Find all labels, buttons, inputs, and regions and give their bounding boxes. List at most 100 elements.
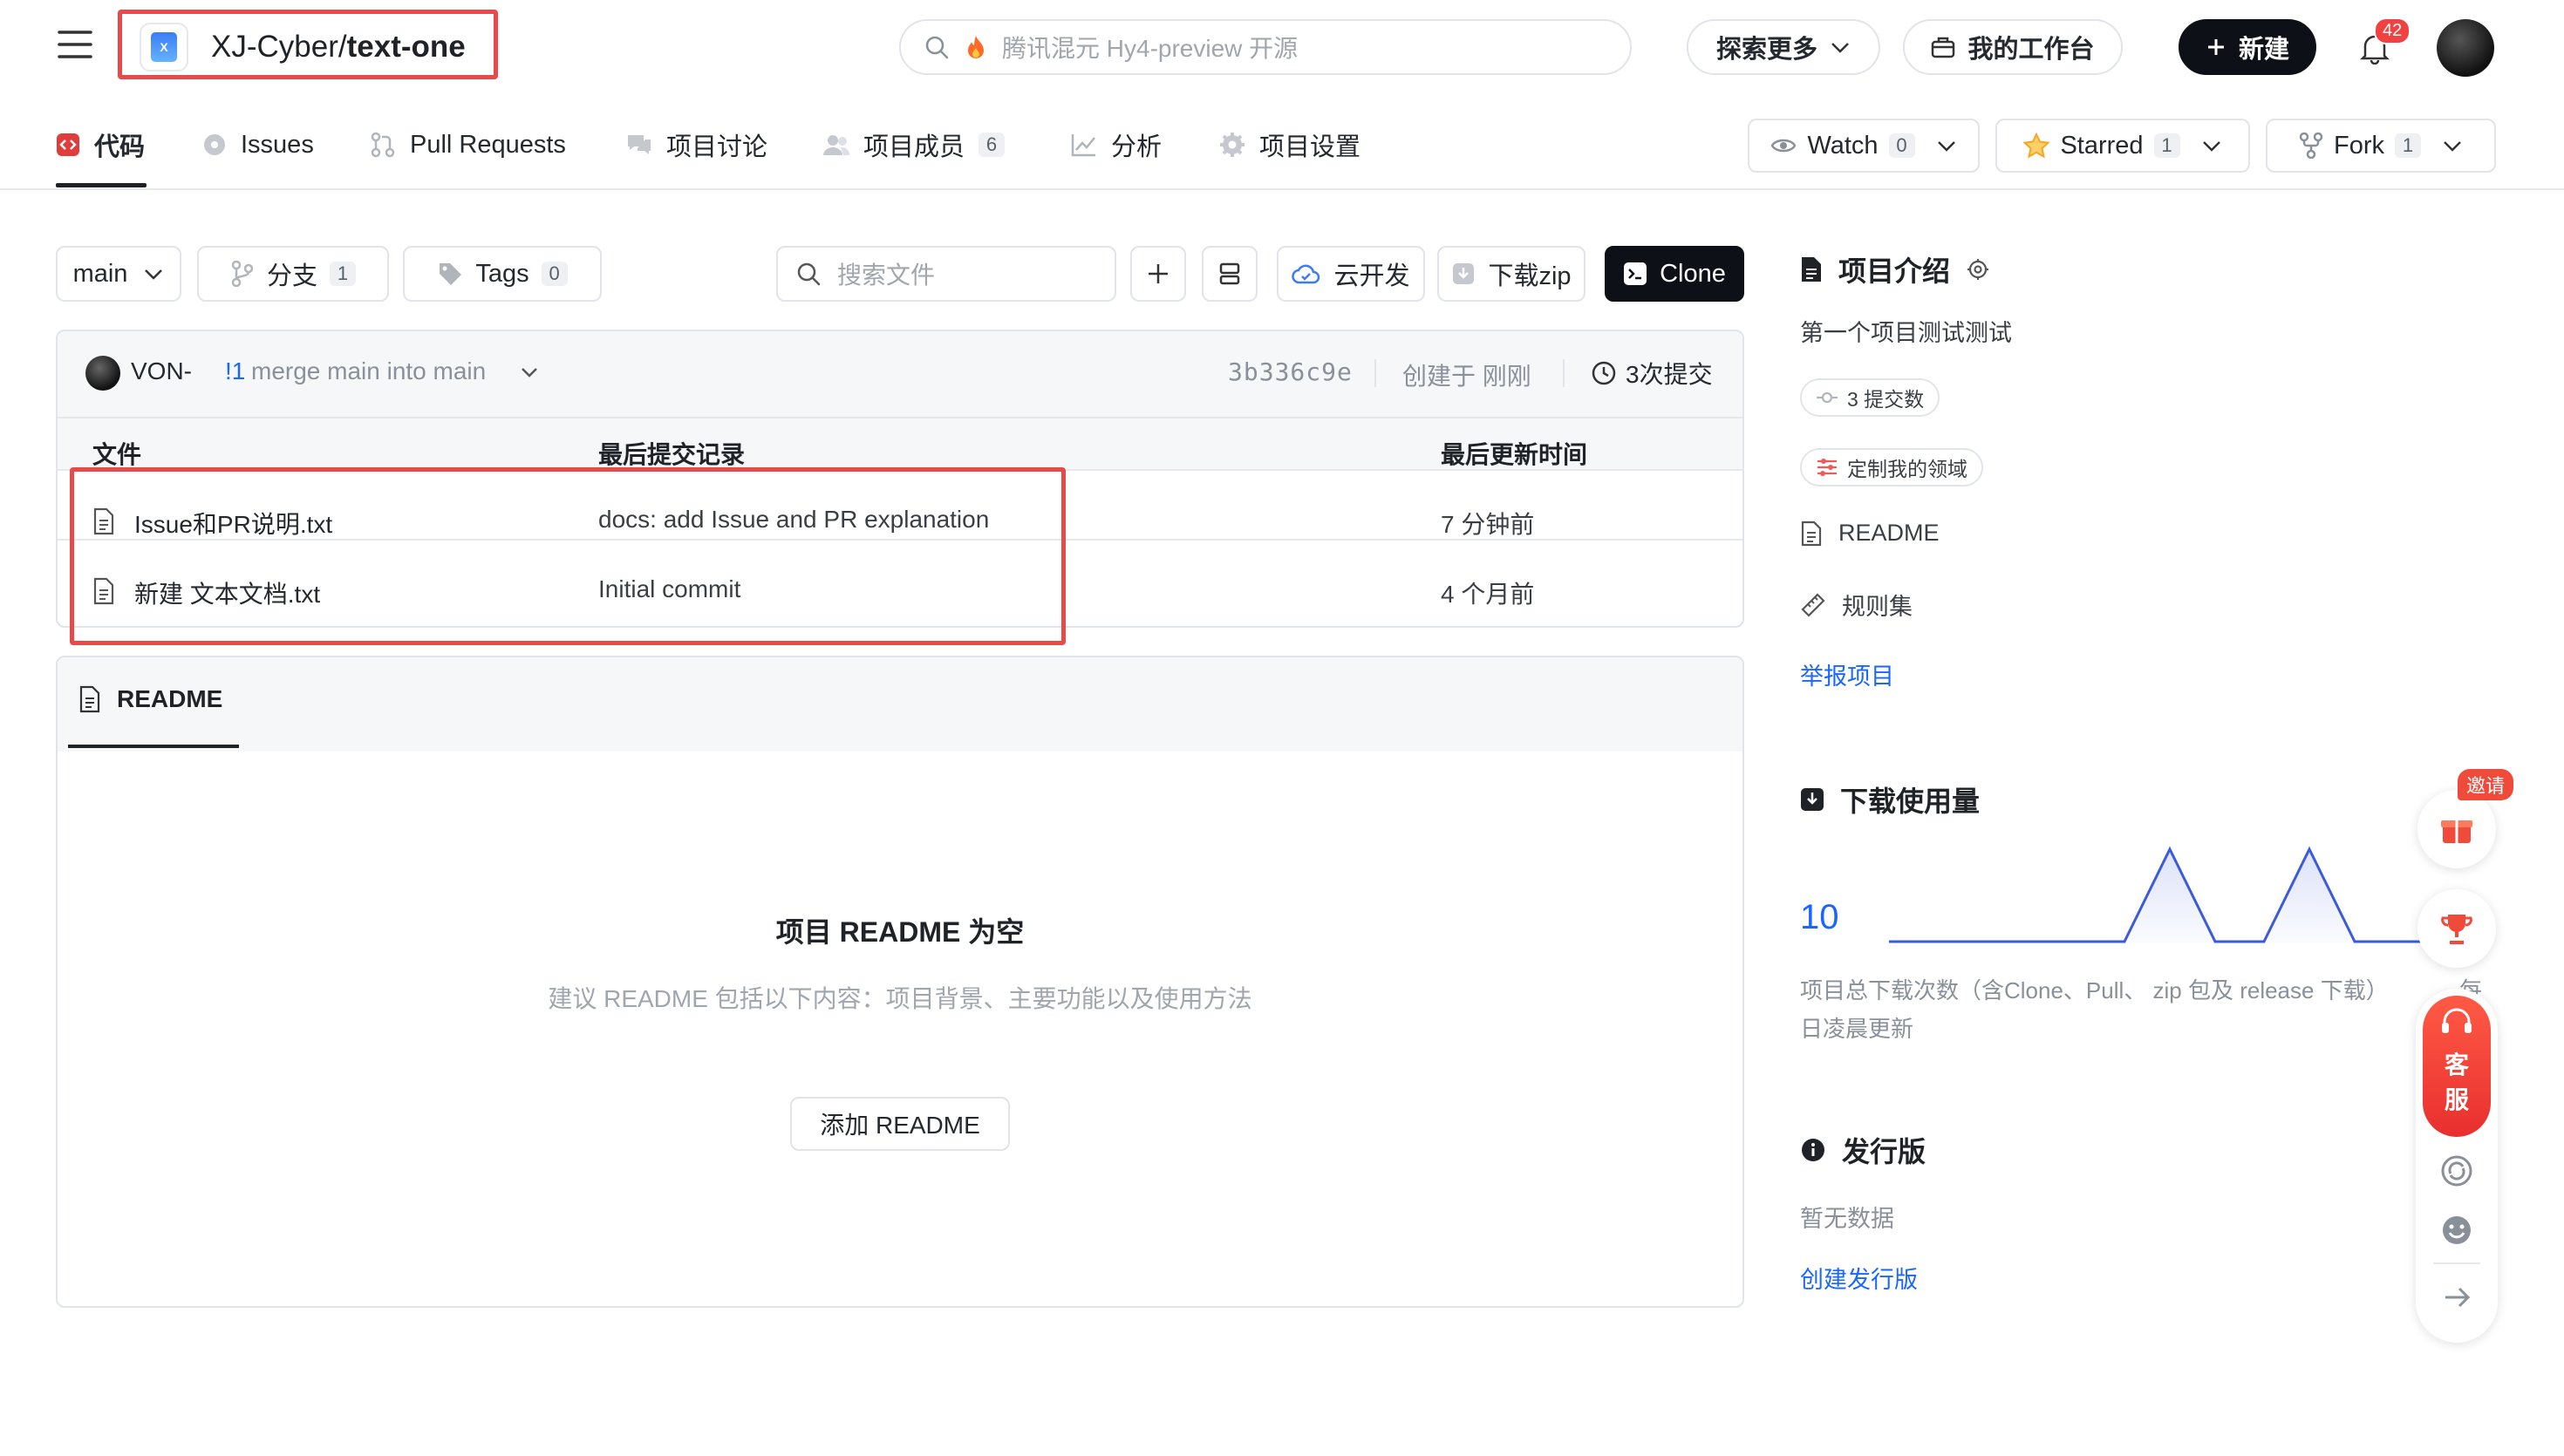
commit-bar-separator	[1374, 359, 1376, 387]
author-avatar[interactable]	[85, 356, 120, 391]
clone-button[interactable]: Clone	[1605, 246, 1744, 302]
filter-icon	[1816, 457, 1838, 478]
chevron-down-icon[interactable]	[520, 366, 539, 378]
file-icon	[78, 685, 101, 713]
project-intro-label: 项目介绍	[1838, 255, 1951, 287]
menu-icon[interactable]	[58, 29, 92, 60]
download-icon	[1451, 262, 1476, 286]
watch-label: Watch	[1807, 131, 1879, 160]
history-view-button[interactable]	[1202, 246, 1258, 302]
readme-tab-underline	[68, 745, 239, 748]
fork-label: Fork	[2334, 131, 2384, 160]
branches-count: 1	[330, 262, 356, 286]
fork-button[interactable]: Fork 1	[2266, 119, 2496, 173]
notification-bell[interactable]: 42	[2356, 17, 2411, 68]
repo-name[interactable]: text-one	[347, 30, 466, 64]
trophy-icon	[2441, 915, 2472, 944]
user-avatar[interactable]	[2437, 19, 2494, 77]
star-icon	[2023, 133, 2050, 159]
file-search-input[interactable]: 搜索文件	[776, 246, 1116, 302]
branch-icon	[230, 261, 255, 287]
commit-author[interactable]: VON-	[131, 357, 192, 385]
download-zip-button[interactable]: 下载zip	[1437, 246, 1585, 302]
feedback-button[interactable]	[2438, 1212, 2475, 1248]
cloud-dev-button[interactable]: 云开发	[1277, 246, 1425, 302]
col-header-file: 文件	[92, 441, 142, 468]
terminal-icon	[1623, 262, 1647, 286]
settings-icon[interactable]	[1966, 257, 1990, 282]
commits-pill[interactable]: 3 提交数	[1800, 378, 1940, 417]
customer-service-label-1: 客	[2444, 1051, 2469, 1078]
branch-name: main	[72, 259, 128, 288]
repo-owner[interactable]: XJ-Cyber	[211, 30, 338, 64]
star-label: Starred	[2060, 131, 2144, 160]
tab-code[interactable]: 代码	[56, 122, 145, 167]
headset-icon	[2442, 1008, 2472, 1033]
global-search-input[interactable]: 腾讯混元 Hy4-preview 开源	[899, 19, 1632, 75]
tab-analytics-label: 分析	[1111, 133, 1163, 161]
collapse-button[interactable]	[2442, 1282, 2473, 1313]
branches-button[interactable]: 分支 1	[197, 246, 389, 302]
fire-icon	[965, 34, 986, 60]
commits-count-link[interactable]: 3次提交	[1591, 356, 1713, 391]
tab-members-label: 项目成员	[863, 133, 965, 161]
readme-tab-label: README	[117, 685, 223, 712]
repo-title[interactable]: X XJ-Cyber/text-one	[140, 23, 466, 71]
download-icon	[1800, 787, 1824, 812]
readme-link[interactable]: README	[1800, 520, 1940, 547]
members-count-badge: 6	[979, 133, 1006, 157]
project-intro-title: 项目介绍	[1800, 249, 1990, 289]
star-button[interactable]: Starred 1	[1995, 119, 2250, 173]
clock-icon	[1591, 360, 1617, 386]
fork-count: 1	[2395, 133, 2421, 158]
commit-hash[interactable]: 3b336c9e	[1228, 357, 1353, 386]
commit-message[interactable]: merge main into main	[251, 357, 486, 385]
customer-service-label-2: 服	[2444, 1086, 2469, 1113]
workbench-label: 我的工作台	[1967, 36, 2095, 64]
tab-analytics[interactable]: 分析	[1071, 122, 1162, 167]
gear-icon	[1219, 132, 1245, 158]
add-file-button[interactable]	[1130, 246, 1186, 302]
explore-more-button[interactable]: 探索更多	[1687, 19, 1880, 75]
readme-empty-hint: 建议 README 包括以下内容：项目背景、主要功能以及使用方法	[548, 985, 1252, 1012]
report-link[interactable]: 举报项目	[1800, 657, 1894, 691]
tab-issues[interactable]: Issues	[202, 122, 314, 167]
tab-members[interactable]: 项目成员 6	[823, 122, 1006, 167]
invite-badge[interactable]: 邀请	[2458, 769, 2514, 800]
custom-domain-pill[interactable]: 定制我的领域	[1800, 448, 1983, 486]
trophy-button[interactable]	[2417, 889, 2496, 968]
create-release-link[interactable]: 创建发行版	[1800, 1261, 1918, 1295]
chevron-down-icon	[1830, 40, 1851, 54]
commit-pr-ref[interactable]: !1	[225, 357, 245, 385]
chevron-down-icon	[2442, 139, 2463, 153]
branch-select[interactable]: main	[56, 246, 181, 302]
tab-discussions[interactable]: 项目讨论	[626, 122, 767, 167]
readme-tab[interactable]: README	[78, 685, 222, 713]
fork-icon	[2299, 133, 2323, 159]
tab-discussions-label: 项目讨论	[666, 133, 768, 161]
cloud-dev-label: 云开发	[1333, 262, 1410, 290]
add-readme-button[interactable]: 添加 README	[790, 1097, 1010, 1151]
gift-button[interactable]	[2417, 790, 2496, 868]
clone-label: Clone	[1660, 259, 1726, 288]
download-zip-label: 下载zip	[1488, 262, 1572, 290]
commits-count: 3次提交	[1626, 361, 1713, 388]
new-button[interactable]: 新建	[2179, 19, 2316, 75]
customer-service-button[interactable]: 客 服	[2423, 996, 2491, 1137]
tab-pull-requests[interactable]: Pull Requests	[370, 122, 566, 167]
chart-icon	[1071, 133, 1097, 157]
rules-link[interactable]: 规则集	[1800, 588, 1913, 622]
plus-icon	[2206, 37, 2226, 58]
downloads-title-label: 下载使用量	[1840, 786, 1981, 817]
workbench-button[interactable]: 我的工作台	[1903, 19, 2123, 75]
tab-settings-label: 项目设置	[1259, 133, 1361, 161]
share-button[interactable]	[2438, 1153, 2475, 1189]
col-header-commit: 最后提交记录	[598, 441, 746, 468]
tab-settings[interactable]: 项目设置	[1219, 122, 1360, 167]
readme-link-label: README	[1838, 520, 1940, 546]
watch-button[interactable]: Watch 0	[1748, 119, 1980, 173]
repo-logo: X	[140, 23, 188, 71]
pull-request-icon	[370, 132, 396, 158]
tags-button[interactable]: Tags 0	[403, 246, 602, 302]
ruler-icon	[1800, 592, 1826, 618]
